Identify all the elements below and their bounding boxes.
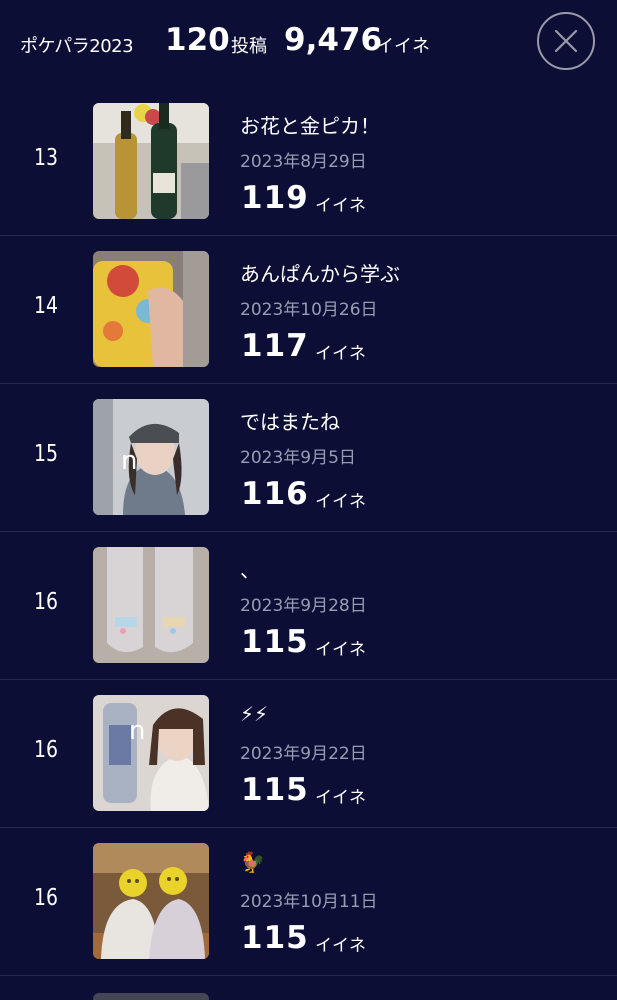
posts-unit: 投稿: [231, 36, 267, 57]
likes-count: 116: [241, 476, 309, 512]
likes-unit: イイネ: [315, 196, 366, 216]
post-title: 🐓: [240, 850, 265, 874]
post-date: 2023年9月22日: [240, 744, 367, 764]
post-date: 2023年8月29日: [240, 152, 367, 172]
svg-text:n: n: [121, 446, 137, 476]
post-date: 2023年9月28日: [240, 596, 367, 616]
likes-count: 115: [241, 772, 309, 808]
likes-unit: イイネ: [315, 788, 366, 808]
list-item[interactable]: 16 🐓 2023年10月11日 115 イイネ: [0, 828, 617, 976]
likes-count: 119: [241, 180, 309, 216]
rank-number: 16: [33, 589, 59, 615]
posts-count: 120: [165, 22, 230, 58]
post-title: お花と金ピカ！: [240, 114, 380, 138]
rank-number: 14: [33, 293, 59, 319]
likes-count: 115: [241, 920, 309, 956]
post-title: あんぱんから学ぶ: [240, 262, 400, 286]
post-title: 、: [240, 558, 260, 582]
page-title: ポケパラ2023: [20, 36, 134, 57]
post-date: 2023年9月5日: [240, 448, 356, 468]
post-date: 2023年10月26日: [240, 300, 378, 320]
list-item[interactable]: 16 、 2023年9月28日 115 イイネ: [0, 532, 617, 680]
list-item[interactable]: 14 あんぱんから学ぶ 2023年10月26日 117 イイネ: [0, 236, 617, 384]
post-thumbnail[interactable]: n: [93, 695, 209, 811]
post-title: ではまたね: [240, 410, 340, 434]
post-thumbnail[interactable]: [93, 103, 209, 219]
svg-text:n: n: [129, 716, 145, 746]
likes-unit: イイネ: [376, 36, 430, 57]
likes-count: 115: [241, 624, 309, 660]
list-item[interactable]: 15 n ではまたね 2023年9月5日 116 イイネ: [0, 384, 617, 532]
next-post-thumbnail[interactable]: [93, 993, 209, 1000]
list-item[interactable]: 16 n ⚡⚡ 2023年9月22日 115 イイネ: [0, 680, 617, 828]
post-date: 2023年10月11日: [240, 892, 378, 912]
close-icon: [554, 29, 578, 53]
rank-number: 15: [33, 441, 59, 467]
likes-unit: イイネ: [315, 344, 366, 364]
close-button[interactable]: [537, 12, 595, 70]
rank-number: 13: [33, 145, 59, 171]
rank-number: 16: [33, 885, 59, 911]
rank-number: 16: [33, 737, 59, 763]
likes-unit: イイネ: [315, 492, 366, 512]
post-thumbnail[interactable]: [93, 547, 209, 663]
likes-count: 117: [241, 328, 309, 364]
post-thumbnail[interactable]: [93, 251, 209, 367]
header-bar: ポケパラ2023 120 投稿 9,476 イイネ: [0, 0, 617, 88]
list-item[interactable]: 13 お花と金ピカ！ 2023年8月29日 119 イイネ: [0, 88, 617, 236]
likes-total: 9,476: [284, 22, 383, 58]
likes-unit: イイネ: [315, 936, 366, 956]
post-thumbnail[interactable]: [93, 843, 209, 959]
likes-unit: イイネ: [315, 640, 366, 660]
post-thumbnail[interactable]: n: [93, 399, 209, 515]
post-title: ⚡⚡: [240, 702, 269, 726]
